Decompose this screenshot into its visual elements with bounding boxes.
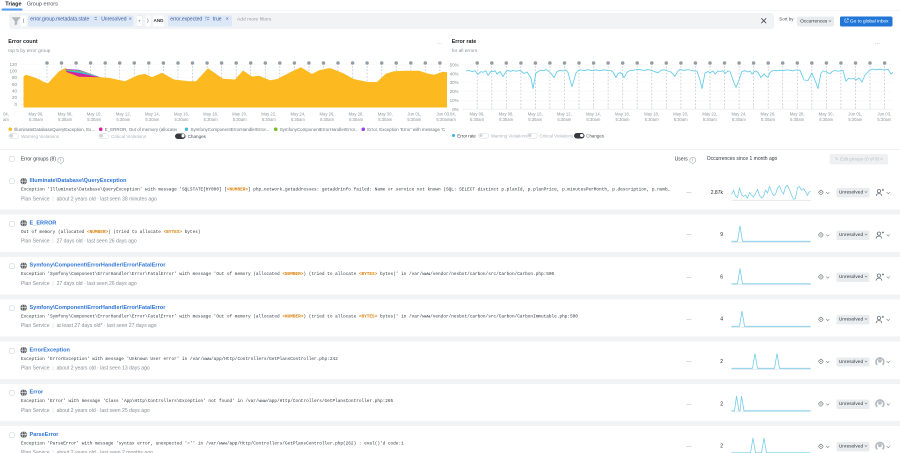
- svg-text:May 26,: May 26,: [320, 112, 335, 117]
- svg-text:5:30am: 5:30am: [262, 117, 276, 122]
- svg-text:May 20,: May 20,: [232, 112, 247, 117]
- svg-text:5:30am: 5:30am: [407, 117, 421, 122]
- svg-text:May 20,: May 20,: [673, 112, 688, 117]
- svg-text:May 18,: May 18,: [203, 112, 218, 117]
- svg-text:60: 60: [12, 82, 18, 87]
- svg-text:80: 80: [12, 75, 18, 80]
- svg-text:5:30am: 5:30am: [29, 117, 43, 122]
- svg-text:May 10,: May 10,: [528, 112, 543, 117]
- svg-text:5:30am: 5:30am: [87, 117, 101, 122]
- svg-text:5:30am: 5:30am: [378, 117, 392, 122]
- svg-text:May 12,: May 12,: [557, 112, 572, 117]
- svg-text:5:30am: 5:30am: [877, 117, 891, 122]
- svg-text:5:30am: 5:30am: [645, 117, 659, 122]
- svg-text:40%: 40%: [450, 71, 459, 76]
- svg-text:5:30am: 5:30am: [116, 117, 130, 122]
- svg-text:5:30am: 5:30am: [175, 117, 189, 122]
- svg-text:5:30am: 5:30am: [819, 117, 833, 122]
- svg-text:5:30am: 5:30am: [499, 117, 513, 122]
- svg-text:May 28,: May 28,: [349, 112, 364, 117]
- svg-text:5:30am: 5:30am: [233, 117, 247, 122]
- svg-text:5:30am: 5:30am: [436, 117, 450, 122]
- svg-text:04,: 04,: [3, 112, 9, 117]
- svg-text:May 12,: May 12,: [116, 112, 131, 117]
- svg-text:5:30am: 5:30am: [470, 117, 484, 122]
- svg-text:May 06,: May 06,: [29, 112, 44, 117]
- svg-text:Jun 01,: Jun 01,: [848, 112, 862, 117]
- svg-text:40: 40: [12, 89, 18, 94]
- svg-text:5:30am: 5:30am: [586, 117, 600, 122]
- svg-text:5:30am: 5:30am: [58, 117, 72, 122]
- svg-text:5:30am: 5:30am: [848, 117, 862, 122]
- svg-text:20%: 20%: [450, 89, 459, 94]
- svg-text:5:30am: 5:30am: [320, 117, 334, 122]
- svg-text:5:30am: 5:30am: [761, 117, 775, 122]
- svg-text:May 18,: May 18,: [644, 112, 659, 117]
- svg-text:May 30,: May 30,: [378, 112, 393, 117]
- svg-text:May 16,: May 16,: [615, 112, 630, 117]
- svg-text:am: am: [450, 117, 456, 122]
- svg-text:5:30am: 5:30am: [616, 117, 630, 122]
- svg-text:5:30am: 5:30am: [790, 117, 804, 122]
- svg-text:May 06,: May 06,: [470, 112, 485, 117]
- svg-text:5:30am: 5:30am: [732, 117, 746, 122]
- svg-text:May 30,: May 30,: [819, 112, 834, 117]
- svg-text:am: am: [3, 117, 9, 122]
- svg-text:May 10,: May 10,: [87, 112, 102, 117]
- svg-text:May 24,: May 24,: [731, 112, 746, 117]
- svg-text:5:30am: 5:30am: [145, 117, 159, 122]
- svg-text:5:30am: 5:30am: [557, 117, 571, 122]
- svg-text:May 22,: May 22,: [261, 112, 276, 117]
- svg-text:May 16,: May 16,: [174, 112, 189, 117]
- svg-text:5:30am: 5:30am: [291, 117, 305, 122]
- svg-text:20: 20: [12, 95, 18, 100]
- svg-text:May 28,: May 28,: [790, 112, 805, 117]
- svg-text:Jun 01,: Jun 01,: [407, 112, 421, 117]
- svg-text:May 24,: May 24,: [290, 112, 305, 117]
- svg-text:May 26,: May 26,: [761, 112, 776, 117]
- svg-text:May 08,: May 08,: [58, 112, 73, 117]
- svg-text:0: 0: [14, 102, 17, 107]
- svg-text:5:30am: 5:30am: [528, 117, 542, 122]
- svg-text:120: 120: [9, 62, 17, 67]
- svg-text:5:30am: 5:30am: [204, 117, 218, 122]
- svg-text:Jun 03,: Jun 03,: [878, 112, 892, 117]
- svg-text:50%: 50%: [450, 63, 459, 68]
- svg-text:100: 100: [9, 69, 17, 74]
- svg-text:May 08,: May 08,: [499, 112, 514, 117]
- svg-text:10%: 10%: [450, 98, 459, 103]
- svg-text:5:30am: 5:30am: [703, 117, 717, 122]
- svg-text:May 14,: May 14,: [586, 112, 601, 117]
- svg-text:May 14,: May 14,: [145, 112, 160, 117]
- svg-text:5:30am: 5:30am: [349, 117, 363, 122]
- svg-text:Jun 03,: Jun 03,: [437, 112, 451, 117]
- svg-text:5:30am: 5:30am: [674, 117, 688, 122]
- svg-text:30%: 30%: [450, 80, 459, 85]
- svg-text:May 22,: May 22,: [702, 112, 717, 117]
- svg-text:04,: 04,: [450, 112, 456, 117]
